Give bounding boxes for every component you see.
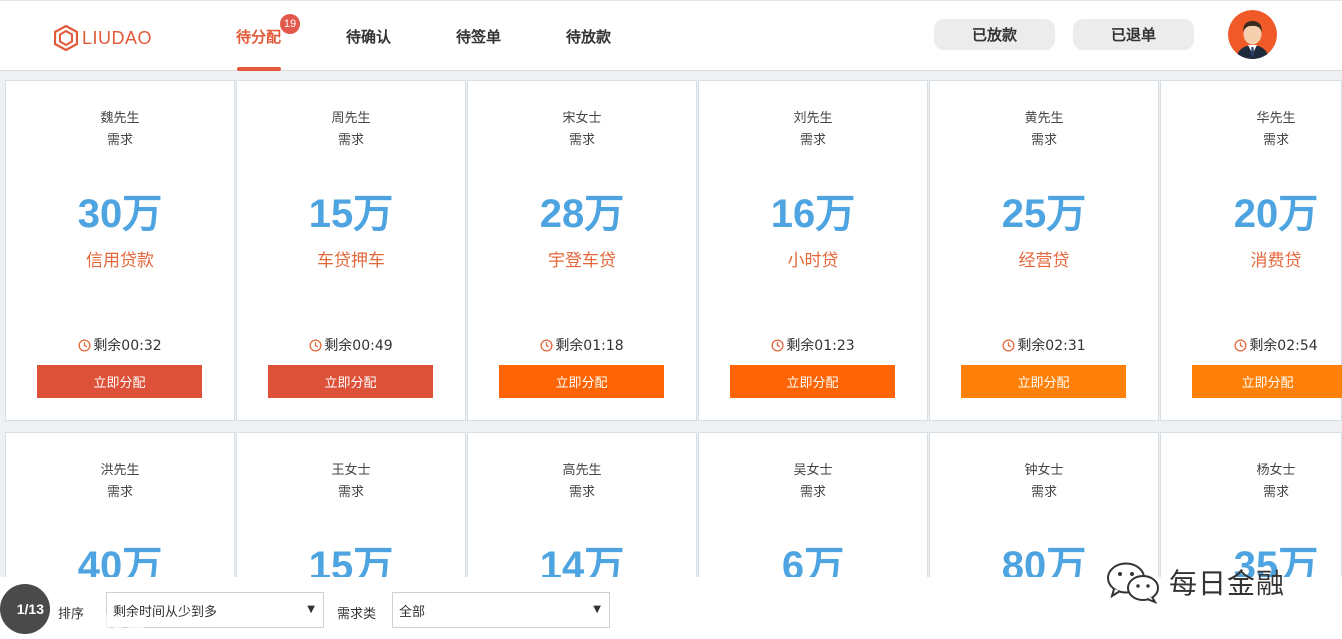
watermark-secondary: 大数跨境 [60, 612, 148, 636]
countdown-text: 剩余00:49 [324, 338, 393, 354]
tab-pending-assign[interactable]: 待分配 [236, 26, 281, 47]
customer-name: 周先生 [331, 111, 371, 126]
clock-icon [1234, 338, 1247, 352]
order-card[interactable]: 黄先生 需求 25万 经营贷 剩余02:31 立即分配 [929, 80, 1159, 421]
logo-text: LIUDAO [82, 27, 153, 48]
loan-amount: 16万 [770, 192, 856, 236]
demand-label: 需求 [337, 133, 364, 148]
countdown-text: 剩余01:18 [555, 338, 624, 354]
order-card[interactable]: 高先生 需求 14万 [467, 432, 697, 592]
assign-now-button[interactable]: 立即分配 [1192, 365, 1342, 398]
active-tab-indicator [237, 67, 281, 71]
loan-type: 车贷押车 [317, 251, 385, 271]
demand-label: 需求 [799, 133, 826, 148]
demand-type-select-value: 全部 [399, 604, 426, 620]
countdown: 剩余01:23 [699, 335, 927, 355]
order-card[interactable]: 宋女士 需求 28万 宇登车贷 剩余01:18 立即分配 [467, 80, 697, 421]
demand-type-select[interactable]: 全部 ▼ [392, 592, 610, 628]
countdown: 剩余01:18 [468, 335, 696, 355]
demand-label: 需求 [1030, 485, 1057, 500]
loaned-button[interactable]: 已放款 [934, 19, 1055, 50]
order-card[interactable]: 吴女士 需求 6万 [698, 432, 928, 592]
customer-name: 刘先生 [793, 111, 833, 126]
customer-name: 吴女士 [793, 463, 833, 478]
clock-icon [1002, 338, 1015, 352]
tab-pending-loan[interactable]: 待放款 [566, 26, 611, 47]
demand-label: 需求 [568, 485, 595, 500]
watermark-text: 每日金融 [1169, 567, 1286, 600]
assign-now-button[interactable]: 立即分配 [499, 365, 664, 398]
customer-name: 华先生 [1256, 111, 1296, 126]
clock-icon [771, 338, 784, 352]
wechat-icon [1107, 562, 1159, 604]
countdown: 剩余00:49 [237, 335, 465, 355]
page-indicator[interactable]: 1/13 [0, 584, 50, 634]
logo[interactable]: LIUDAO [54, 23, 152, 53]
avatar-icon [1228, 10, 1277, 59]
clock-icon [540, 338, 553, 352]
watermark: 每日金融 [1105, 560, 1285, 604]
assign-now-button[interactable]: 立即分配 [961, 365, 1126, 398]
top-nav: LIUDAO 待分配 19 待确认 待签单 待放款 已放款 已退单 [0, 0, 1342, 71]
demand-label: 需求 [1262, 133, 1289, 148]
customer-name: 魏先生 [100, 111, 140, 126]
demand-label: 需求 [1030, 133, 1057, 148]
order-card[interactable]: 华先生 需求 20万 消费贷 剩余02:54 立即分配 [1160, 80, 1342, 421]
pending-count-badge: 19 [280, 14, 300, 34]
loan-amount: 28万 [539, 192, 625, 236]
customer-name: 王女士 [331, 463, 371, 478]
assign-now-button[interactable]: 立即分配 [268, 365, 433, 398]
demand-label: 需求 [568, 133, 595, 148]
loan-amount: 25万 [1001, 192, 1087, 236]
demand-label: 需求 [106, 485, 133, 500]
countdown: 剩余00:32 [6, 335, 234, 355]
clock-icon [309, 338, 322, 352]
loan-amount: 20万 [1233, 192, 1319, 236]
countdown: 剩余02:31 [930, 335, 1158, 355]
order-card[interactable]: 魏先生 需求 30万 信用贷款 剩余00:32 立即分配 [5, 80, 235, 421]
loan-type: 小时贷 [787, 251, 839, 271]
dropdown-arrow-icon: ▼ [593, 604, 601, 615]
loan-type: 经营贷 [1018, 251, 1070, 271]
customer-name: 高先生 [562, 463, 602, 478]
demand-label: 需求 [337, 485, 364, 500]
assign-now-button[interactable]: 立即分配 [37, 365, 202, 398]
loan-type: 宇登车贷 [548, 251, 616, 271]
customer-name: 钟女士 [1024, 463, 1064, 478]
demand-label: 需求 [1262, 485, 1289, 500]
tab-pending-sign[interactable]: 待签单 [456, 26, 501, 47]
dropdown-arrow-icon: ▼ [307, 604, 315, 615]
countdown-text: 剩余02:54 [1249, 338, 1318, 354]
refunded-button[interactable]: 已退单 [1073, 19, 1194, 50]
customer-name: 宋女士 [562, 111, 602, 126]
user-avatar[interactable] [1228, 10, 1277, 59]
demand-type-label: 需求类 [337, 607, 377, 622]
tab-pending-confirm[interactable]: 待确认 [346, 26, 391, 47]
countdown-text: 剩余01:23 [786, 338, 855, 354]
loan-type: 消费贷 [1250, 251, 1302, 271]
countdown-text: 剩余02:31 [1017, 338, 1086, 354]
countdown: 剩余02:54 [1161, 335, 1342, 355]
customer-name: 洪先生 [100, 463, 140, 478]
demand-label: 需求 [799, 485, 826, 500]
logo-hexagon-icon [54, 25, 78, 51]
customer-name: 黄先生 [1024, 111, 1064, 126]
loan-amount: 15万 [308, 192, 394, 236]
customer-name: 杨女士 [1256, 463, 1296, 478]
loan-amount: 30万 [77, 192, 163, 236]
order-card[interactable]: 刘先生 需求 16万 小时贷 剩余01:23 立即分配 [698, 80, 928, 421]
order-card[interactable]: 周先生 需求 15万 车贷押车 剩余00:49 立即分配 [236, 80, 466, 421]
countdown-text: 剩余00:32 [93, 338, 162, 354]
order-card[interactable]: 王女士 需求 15万 [236, 432, 466, 592]
assign-now-button[interactable]: 立即分配 [730, 365, 895, 398]
demand-label: 需求 [106, 133, 133, 148]
order-card[interactable]: 洪先生 需求 40万 [5, 432, 235, 592]
loan-type: 信用贷款 [86, 251, 154, 271]
clock-icon [78, 338, 91, 352]
